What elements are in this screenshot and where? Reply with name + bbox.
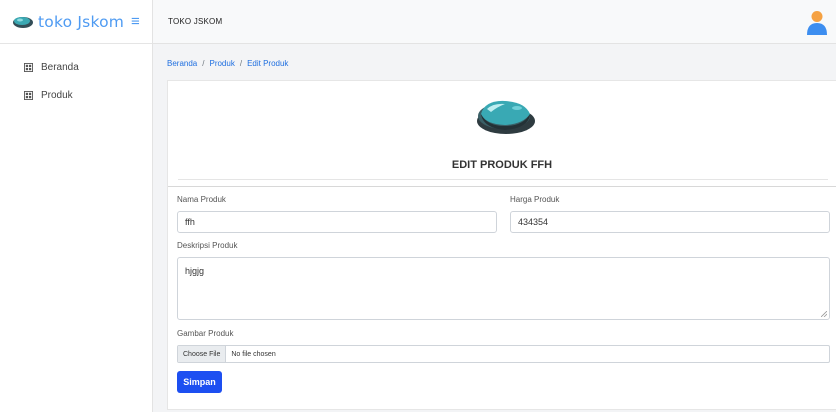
breadcrumb-separator: / [239, 59, 243, 68]
image-file-input[interactable]: Choose File No file chosen [177, 345, 830, 363]
hamburger-icon[interactable]: ≡ [131, 14, 140, 29]
product-image [477, 100, 535, 134]
breadcrumb-edit-produk[interactable]: Edit Produk [247, 59, 288, 68]
save-button[interactable]: Simpan [177, 371, 222, 393]
edit-product-card: EDIT PRODUK FFH Nama Produk ffh Harga Pr… [167, 80, 836, 410]
grid-icon [24, 62, 33, 72]
resize-handle-icon[interactable] [821, 311, 827, 317]
sidebar-nav: Beranda Produk [0, 44, 152, 109]
file-status: No file chosen [231, 350, 276, 358]
description-field[interactable]: hjgjg [177, 257, 830, 320]
price-field[interactable]: 434354 [510, 211, 830, 233]
breadcrumb-produk[interactable]: Produk [209, 59, 234, 68]
brand-name: toko Jskom [38, 12, 125, 31]
topbar: TOKO JSKOM [153, 0, 836, 44]
mouse-logo-icon [13, 16, 33, 28]
user-avatar-icon[interactable] [806, 10, 828, 35]
name-field[interactable]: ffh [177, 211, 497, 233]
description-label: Deskripsi Produk [177, 241, 238, 250]
price-label: Harga Produk [510, 195, 560, 204]
grid-icon [24, 90, 33, 100]
breadcrumb-separator: / [202, 59, 205, 68]
header-divider [168, 186, 836, 187]
sidebar-item-label: Produk [41, 89, 73, 101]
name-label: Nama Produk [177, 195, 226, 204]
choose-file-button[interactable]: Choose File [178, 346, 227, 362]
sidebar: toko Jskom ≡ Beranda Produk [0, 0, 153, 412]
sidebar-item-produk[interactable]: Produk [0, 81, 152, 109]
breadcrumb-beranda[interactable]: Beranda [167, 59, 197, 68]
title-divider [178, 179, 828, 180]
page-title: EDIT PRODUK FFH [451, 159, 553, 171]
breadcrumb: Beranda / Produk / Edit Produk [167, 59, 288, 68]
topbar-title: TOKO JSKOM [168, 17, 223, 26]
brand[interactable]: toko Jskom ≡ [0, 0, 152, 44]
description-text: hjgjg [185, 266, 205, 276]
image-label: Gambar Produk [177, 329, 234, 338]
sidebar-item-beranda[interactable]: Beranda [0, 53, 152, 81]
sidebar-item-label: Beranda [41, 61, 79, 73]
